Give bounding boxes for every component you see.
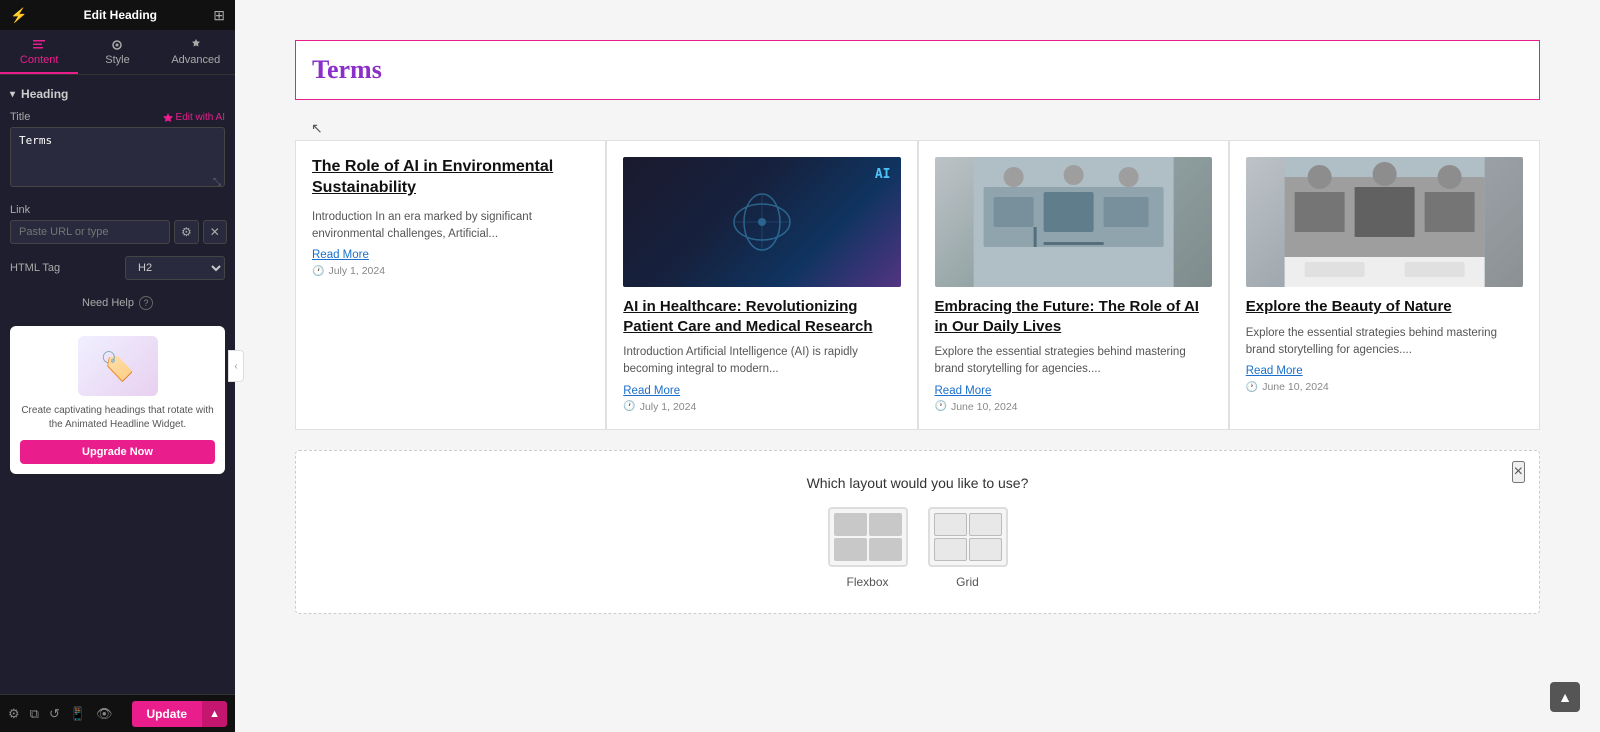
link-field-label: Link [10,204,225,216]
html-tag-select[interactable]: H2 H1 H3 H4 H5 H6 p span div [125,256,225,280]
panel-topbar: ⚡ Edit Heading ⊞ [0,0,235,30]
flex-cell-4 [869,538,902,561]
clock-icon-2: 🕐 [623,401,635,412]
elementor-logo-icon: ⚡ [10,7,27,24]
post-image-3 [935,157,1212,287]
layout-option-grid[interactable]: Grid [928,507,1008,589]
post-title-1[interactable]: The Role of AI in Environmental Sustaina… [312,157,589,199]
layout-modal: × Which layout would you like to use? Fl… [295,450,1540,614]
layout-close-btn[interactable]: × [1512,461,1525,483]
content-area: Terms ↖ The Role of AI in Environmental … [235,0,1600,674]
read-more-4[interactable]: Read More [1246,365,1523,377]
panel-title: Edit Heading [27,8,213,22]
post-excerpt-3: Explore the essential strategies behind … [935,344,1212,379]
need-help-label: Need Help [82,297,134,309]
link-clear-btn[interactable]: ✕ [203,220,227,244]
link-input-row: ⚙ ✕ [10,220,225,244]
link-input[interactable] [10,220,170,244]
grid-cell-2 [969,513,1002,536]
responsive-footer-icon[interactable]: 📱 [70,706,86,722]
layout-title: Which layout would you like to use? [320,475,1515,491]
flexbox-preview [828,507,908,567]
post-card-4: Explore the Beauty of Nature Explore the… [1229,140,1540,430]
read-more-3[interactable]: Read More [935,385,1212,397]
panel-body: Heading Title Edit with AI Terms ⤡ Link … [0,75,235,694]
clock-icon-4: 🕐 [1246,382,1258,393]
link-field-wrap: Link ⚙ ✕ [10,204,225,244]
grid-label: Grid [956,575,979,589]
history-footer-icon[interactable]: ↺ [49,706,60,722]
layers-footer-icon[interactable]: ⧉ [30,706,39,722]
section-heading-label: Heading [10,87,225,101]
title-field-label: Title Edit with AI [10,111,225,123]
post-date-4: 🕐 June 10, 2024 [1246,381,1523,393]
update-btn[interactable]: Update [132,701,201,727]
flex-cell-3 [834,538,867,561]
post-card-3: Embracing the Future: The Role of AI in … [918,140,1229,430]
post-card-2: AI AI in Healthcare: Revolutionizing Pat… [606,140,917,430]
post-title-3[interactable]: Embracing the Future: The Role of AI in … [935,297,1212,336]
upgrade-btn[interactable]: Upgrade Now [20,440,215,464]
collapse-handle[interactable]: ‹ [228,350,244,382]
read-more-2[interactable]: Read More [623,385,900,397]
panel-tabs: Content Style Advanced [0,30,235,75]
help-icon: ? [139,296,153,310]
layout-options: Flexbox Grid [320,507,1515,589]
post-date-3: 🕐 June 10, 2024 [935,401,1212,413]
grid-cell-4 [969,538,1002,561]
read-more-1[interactable]: Read More [312,249,589,261]
title-textarea-wrap: Terms ⤡ [10,127,225,192]
grid-cell-3 [934,538,967,561]
need-help[interactable]: Need Help ? [10,296,225,310]
scroll-top-btn[interactable]: ▲ [1550,682,1580,712]
preview-footer-icon[interactable]: 👁 [96,706,113,722]
post-date-1: 🕐 July 1, 2024 [312,265,589,277]
clock-icon-3: 🕐 [935,401,947,412]
expand-icon: ⤡ [213,177,221,188]
flex-cell-1 [834,513,867,536]
pro-widget-image: 🏷️ [78,336,158,396]
left-panel: ⚡ Edit Heading ⊞ Content Style Advanced … [0,0,235,732]
main-area: Terms ↖ The Role of AI in Environmental … [235,0,1600,732]
tab-style[interactable]: Style [78,30,156,74]
post-date-2: 🕐 July 1, 2024 [623,401,900,413]
tab-advanced[interactable]: Advanced [157,30,235,74]
post-excerpt-1: Introduction In an era marked by signifi… [312,209,589,244]
posts-grid: The Role of AI in Environmental Sustaina… [295,140,1540,430]
post-image-2: AI [623,157,900,287]
update-arrow-btn[interactable]: ▲ [201,701,227,727]
heading-text: Terms [312,55,1523,85]
post-excerpt-4: Explore the essential strategies behind … [1246,325,1523,360]
tab-content[interactable]: Content [0,30,78,74]
post-excerpt-2: Introduction Artificial Intelligence (AI… [623,344,900,379]
pro-widget-text: Create captivating headings that rotate … [20,404,215,432]
grid-cell-1 [934,513,967,536]
heading-box[interactable]: Terms [295,40,1540,100]
tab-advanced-label: Advanced [171,54,220,66]
clock-icon-1: 🕐 [312,266,324,277]
flexbox-label: Flexbox [846,575,888,589]
pro-widget-box: 🏷️ Create captivating headings that rota… [10,326,225,474]
footer-icons: ⚙ ⧉ ↺ 📱 👁 [8,706,113,722]
settings-footer-icon[interactable]: ⚙ [8,706,20,722]
post-title-4[interactable]: Explore the Beauty of Nature [1246,297,1523,317]
title-textarea[interactable]: Terms [10,127,225,187]
flex-cell-2 [869,513,902,536]
edit-with-ai-btn[interactable]: Edit with AI [163,112,225,123]
post-image-4 [1246,157,1523,287]
tab-content-label: Content [20,54,59,66]
html-tag-label: HTML Tag [10,262,60,274]
update-btn-wrap: Update ▲ [132,701,227,727]
tab-style-label: Style [105,54,129,66]
grid-preview [928,507,1008,567]
html-tag-row: HTML Tag H2 H1 H3 H4 H5 H6 p span div [10,256,225,280]
post-title-2[interactable]: AI in Healthcare: Revolutionizing Patien… [623,297,900,336]
link-settings-btn[interactable]: ⚙ [174,220,199,244]
layout-option-flexbox[interactable]: Flexbox [828,507,908,589]
grid-icon[interactable]: ⊞ [213,7,225,24]
panel-footer: ⚙ ⧉ ↺ 📱 👁 Update ▲ [0,694,235,732]
post-card-1: The Role of AI in Environmental Sustaina… [295,140,606,430]
ai-label: AI [875,167,891,182]
cursor-icon: ↖ [311,120,323,137]
